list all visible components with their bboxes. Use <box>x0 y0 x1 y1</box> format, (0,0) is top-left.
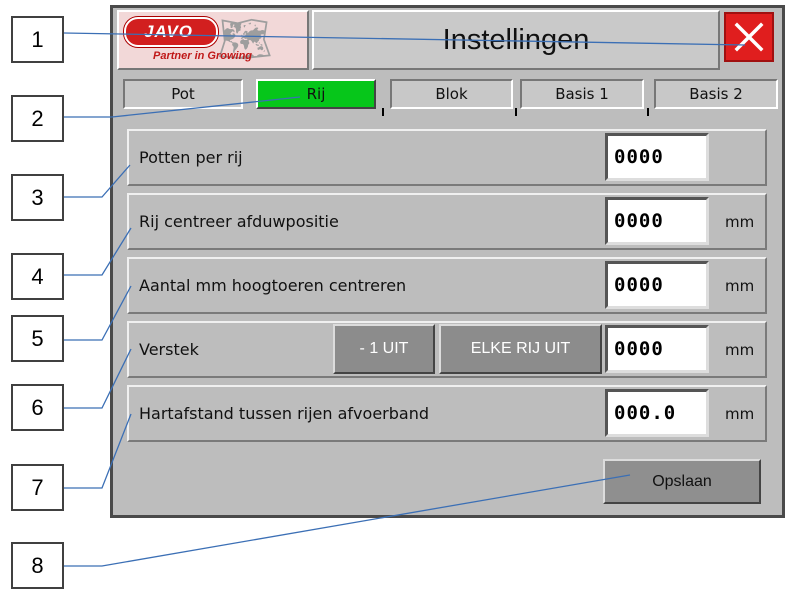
setting-row-hoogtoeren: Aantal mm hoogtoeren centreren 0000 mm <box>127 257 767 314</box>
hartafstand-input[interactable]: 000.0 <box>605 389 709 437</box>
unit-label: mm <box>725 340 755 359</box>
callout-4: 4 <box>11 253 64 300</box>
setting-label: Rij centreer afduwpositie <box>139 212 339 231</box>
tab-separator <box>515 108 517 116</box>
tab-bar: Pot Rij Blok Basis 1 Basis 2 <box>118 76 780 116</box>
hoogtoeren-input[interactable]: 0000 <box>605 261 709 309</box>
callout-1: 1 <box>11 16 64 63</box>
setting-label: Aantal mm hoogtoeren centreren <box>139 276 407 295</box>
callout-6: 6 <box>11 384 64 431</box>
unit-label: mm <box>725 404 755 423</box>
callout-3: 3 <box>11 174 64 221</box>
potten-per-rij-input[interactable]: 0000 <box>605 133 709 181</box>
setting-label: Potten per rij <box>139 148 243 167</box>
setting-row-afduwpositie: Rij centreer afduwpositie 0000 mm <box>127 193 767 250</box>
afduwpositie-input[interactable]: 0000 <box>605 197 709 245</box>
close-button[interactable] <box>724 12 774 62</box>
callout-7: 7 <box>11 464 64 511</box>
elke-rij-uit-button[interactable]: ELKE RIJ UIT <box>439 324 602 374</box>
tab-rij[interactable]: Rij <box>256 79 376 109</box>
callout-8: 8 <box>11 542 64 589</box>
unit-label: mm <box>725 212 755 231</box>
close-icon <box>734 22 764 52</box>
setting-row-verstek: Verstek - 1 UIT ELKE RIJ UIT 0000 mm <box>127 321 767 378</box>
logo-brand: JAVO <box>144 22 194 41</box>
min-1-uit-button[interactable]: - 1 UIT <box>333 324 435 374</box>
tab-basis-1[interactable]: Basis 1 <box>520 79 644 109</box>
callout-2: 2 <box>11 95 64 142</box>
settings-panel: JAVO 🗺 Partner in Growing Instellingen P… <box>110 5 785 518</box>
save-button[interactable]: Opslaan <box>603 459 761 504</box>
page-title: Instellingen <box>312 10 720 70</box>
tab-pot[interactable]: Pot <box>123 79 243 109</box>
javo-logo: JAVO 🗺 Partner in Growing <box>117 10 309 70</box>
setting-label: Hartafstand tussen rijen afvoerband <box>139 404 429 423</box>
tab-basis-2[interactable]: Basis 2 <box>654 79 778 109</box>
tab-blok[interactable]: Blok <box>390 79 513 109</box>
setting-row-potten-per-rij: Potten per rij 0000 <box>127 129 767 186</box>
logo-tagline: Partner in Growing <box>153 50 253 62</box>
tab-separator <box>382 108 384 116</box>
tab-separator <box>647 108 649 116</box>
setting-row-hartafstand: Hartafstand tussen rijen afvoerband 000.… <box>127 385 767 442</box>
verstek-input[interactable]: 0000 <box>605 325 709 373</box>
logo-badge: JAVO <box>124 17 218 47</box>
setting-label: Verstek <box>139 340 199 359</box>
unit-label: mm <box>725 276 755 295</box>
callout-5: 5 <box>11 315 64 362</box>
